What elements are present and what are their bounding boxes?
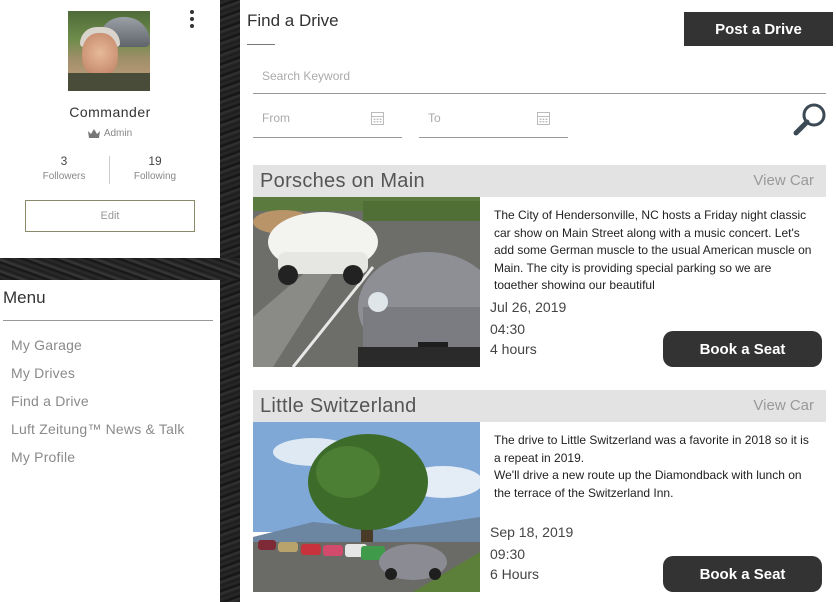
post-drive-button[interactable]: Post a Drive — [684, 12, 833, 46]
side-menu: Menu My Garage My Drives Find a Drive Lu… — [0, 280, 220, 602]
drive-description: The City of Hendersonville, NC hosts a F… — [494, 208, 812, 289]
menu-item-my-drives[interactable]: My Drives — [11, 365, 75, 381]
to-date-label: To — [428, 111, 441, 125]
drive-date: Jul 26, 2019 — [490, 299, 567, 315]
avatar-shirt — [68, 73, 150, 91]
followers-count: 3 — [60, 154, 68, 168]
drive-date: Sep 18, 2019 — [490, 524, 574, 540]
drive-photo-switzerland — [253, 422, 480, 592]
calendar-icon[interactable] — [537, 112, 550, 125]
drive-time: 09:30 — [490, 546, 526, 562]
drive-card: Porsches on Main View Car The City of He… — [253, 165, 826, 368]
edit-profile-button[interactable]: Edit — [25, 200, 195, 232]
crown-icon — [87, 129, 100, 138]
search-input[interactable] — [253, 58, 826, 94]
menu-title: Menu — [3, 288, 46, 307]
profile-role: Admin — [0, 128, 220, 139]
magnifier-icon[interactable] — [792, 102, 828, 136]
menu-divider — [3, 320, 213, 321]
menu-item-find-a-drive[interactable]: Find a Drive — [11, 393, 89, 409]
following-count: 19 — [148, 154, 162, 168]
main-content: Find a Drive Post a Drive From To Porsch… — [240, 0, 836, 602]
profile-role-label: Admin — [103, 128, 133, 139]
drive-card-header: Porsches on Main View Car — [253, 165, 826, 197]
menu-item-my-profile[interactable]: My Profile — [11, 449, 75, 465]
drive-duration: 4 hours — [490, 341, 537, 357]
following-stat[interactable]: 19 Following — [105, 154, 205, 182]
followers-label: Followers — [42, 171, 86, 182]
menu-item-news-talk[interactable]: Luft Zeitung™ News & Talk — [11, 421, 185, 437]
book-seat-button[interactable]: Book a Seat — [663, 331, 822, 367]
menu-item-my-garage[interactable]: My Garage — [11, 337, 82, 353]
from-date-field[interactable]: From — [253, 100, 402, 138]
drive-photo[interactable] — [253, 422, 480, 592]
following-label: Following — [133, 171, 177, 182]
kebab-menu-icon[interactable] — [186, 10, 198, 28]
view-car-link[interactable]: View Car — [753, 397, 814, 414]
drive-title[interactable]: Porsches on Main — [260, 170, 425, 193]
drive-duration: 6 Hours — [490, 566, 540, 582]
from-date-label: From — [262, 111, 290, 125]
drive-description: The drive to Little Switzerland was a fa… — [494, 433, 809, 500]
avatar-face — [82, 33, 118, 77]
profile-card: Commander Admin 3 Followers 19 Following… — [0, 0, 220, 258]
followers-stat[interactable]: 3 Followers — [14, 154, 114, 182]
drive-title[interactable]: Little Switzerland — [260, 395, 417, 418]
background-asphalt — [220, 0, 240, 602]
book-seat-button[interactable]: Book a Seat — [663, 556, 822, 592]
profile-name: Commander — [69, 104, 151, 120]
page-title: Find a Drive — [247, 11, 339, 30]
drive-photo[interactable] — [253, 197, 480, 367]
avatar[interactable] — [68, 11, 150, 91]
drive-photo-porsches — [253, 197, 480, 367]
drive-card: Little Switzerland View Car The drive to… — [253, 390, 826, 593]
calendar-icon[interactable] — [371, 112, 384, 125]
page: Commander Admin 3 Followers 19 Following… — [0, 0, 836, 602]
to-date-field[interactable]: To — [419, 100, 568, 138]
drive-time: 04:30 — [490, 321, 526, 337]
background-asphalt-band — [0, 258, 240, 280]
drive-card-header: Little Switzerland View Car — [253, 390, 826, 422]
title-underline — [247, 44, 275, 45]
view-car-link[interactable]: View Car — [753, 172, 814, 189]
